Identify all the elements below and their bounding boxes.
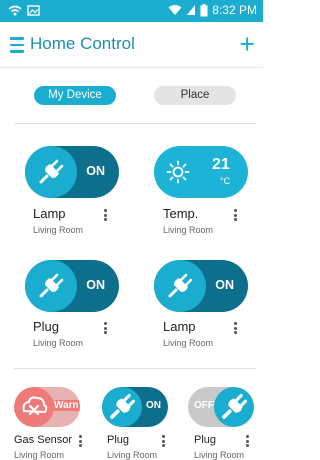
plug-icon [39,273,64,298]
sun-icon [166,160,190,184]
device-name: Lamp [33,206,66,221]
plug-toggle[interactable]: OFF [188,387,254,427]
menu-icon[interactable] [10,37,24,53]
device-room: Living Room [33,225,84,235]
lamp-toggle[interactable]: ON [25,146,119,198]
device-name: Temp. [163,206,199,221]
app-bar: Home Control + [0,22,263,68]
image-icon [27,5,40,16]
battery-icon [200,3,208,16]
temperature-value: 21 [212,156,230,173]
toggle-state-label: ON [86,164,105,178]
divider [14,123,256,124]
device-name: Gas Sensor [14,434,73,446]
device-room: Living Room [107,450,158,460]
lamp-toggle[interactable]: ON [154,260,248,312]
tab-place[interactable]: Place [154,86,236,105]
more-options-icon[interactable] [104,209,108,223]
more-options-icon[interactable] [79,435,83,449]
toggle-knob [14,387,54,427]
plug-icon [168,273,193,298]
gas-alert-icon [22,396,48,416]
device-room: Living Room [163,225,214,235]
gas-sensor-toggle[interactable]: Warn [14,387,80,427]
more-options-icon[interactable] [104,322,108,336]
status-bar: 8:32 PM [0,0,263,22]
toggle-state-label: ON [215,278,234,292]
toggle-state-label: Warn [52,400,80,411]
plug-toggle[interactable]: ON [102,387,168,427]
page-title: Home Control [30,34,135,53]
more-options-icon[interactable] [234,322,238,336]
device-name: Plug [107,434,130,446]
toggle-knob [214,387,254,427]
toggle-knob [25,260,77,312]
toggle-state-label: OFF [194,400,214,411]
plug-icon [222,394,248,419]
temperature-tile[interactable]: 21 °C [154,146,248,198]
device-room: Living Room [33,338,84,348]
divider [14,368,256,369]
signal-icon [187,5,196,15]
tab-my-device[interactable]: My Device [34,86,116,105]
device-room: Living Room [194,450,245,460]
more-options-icon[interactable] [234,209,238,223]
plug-icon [110,394,136,419]
device-name: Lamp [163,319,196,334]
device-name: Plug [194,434,217,446]
add-device-button[interactable]: + [239,29,255,59]
device-room: Living Room [163,338,214,348]
toggle-knob [154,260,206,312]
plug-toggle[interactable]: ON [25,260,119,312]
toggle-state-label: ON [146,400,161,411]
more-options-icon[interactable] [246,435,250,449]
wifi-icon [168,5,182,15]
toggle-knob [102,387,142,427]
toggle-state-label: ON [86,278,105,292]
device-room: Living Room [14,450,65,460]
plug-icon [39,159,64,184]
temperature-unit: °C [220,176,231,186]
more-options-icon[interactable] [162,435,166,449]
status-time: 8:32 PM [212,3,257,17]
wifi-calling-icon [8,5,22,16]
toggle-knob [25,146,77,198]
device-name: Plug [33,319,60,334]
